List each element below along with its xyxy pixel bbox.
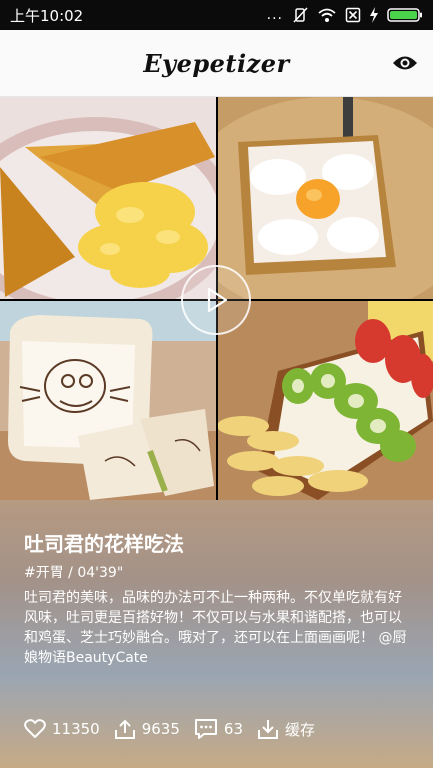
cover-image-french-toast bbox=[0, 97, 216, 299]
status-icons: ... bbox=[267, 6, 423, 24]
video-description: 吐司君的美味，品味的办法可不止一种两种。不仅单吃就有好风味，吐司更是百搭好物！不… bbox=[24, 590, 407, 666]
like-count: 11350 bbox=[52, 720, 100, 738]
wifi-icon bbox=[318, 8, 336, 22]
cover-image-drawn-sandwich bbox=[0, 301, 216, 500]
app-header: Eyepetizer bbox=[0, 30, 433, 97]
comment-count: 63 bbox=[223, 720, 243, 738]
battery-icon bbox=[387, 8, 422, 22]
status-time: 上午10:02 bbox=[10, 6, 84, 25]
dots-indicator: ... bbox=[266, 7, 283, 23]
heart-icon bbox=[24, 719, 46, 738]
no-sim-icon bbox=[345, 7, 361, 23]
play-icon bbox=[207, 287, 228, 313]
share-count: 9635 bbox=[141, 720, 180, 738]
cache-button[interactable]: 缓存 bbox=[257, 718, 315, 740]
video-title: 吐司君的花样吃法 bbox=[24, 532, 184, 556]
share-button[interactable]: 9635 bbox=[114, 718, 180, 740]
cover-image-fruit-toast bbox=[218, 301, 433, 500]
play-button[interactable] bbox=[181, 265, 251, 335]
charging-icon bbox=[370, 7, 378, 23]
action-bar: 11350 9635 63 缓存 bbox=[24, 718, 315, 740]
video-meta: #开胃 / 04'39" bbox=[24, 565, 124, 581]
video-cover[interactable] bbox=[0, 97, 433, 500]
cover-image-egg-toast bbox=[218, 97, 433, 299]
eye-icon[interactable] bbox=[391, 49, 419, 77]
video-info-panel: 吐司君的花样吃法 #开胃 / 04'39" 吐司君的美味，品味的办法可不止一种两… bbox=[0, 500, 433, 768]
like-button[interactable]: 11350 bbox=[24, 719, 100, 739]
download-icon bbox=[258, 720, 278, 739]
share-icon bbox=[114, 719, 135, 739]
vibrate-icon bbox=[293, 7, 308, 23]
status-bar: 上午10:02 ... bbox=[0, 0, 433, 30]
app-title: Eyepetizer bbox=[143, 48, 290, 78]
comment-button[interactable]: 63 bbox=[194, 718, 243, 740]
comment-icon bbox=[194, 719, 217, 739]
cache-label: 缓存 bbox=[285, 720, 316, 739]
